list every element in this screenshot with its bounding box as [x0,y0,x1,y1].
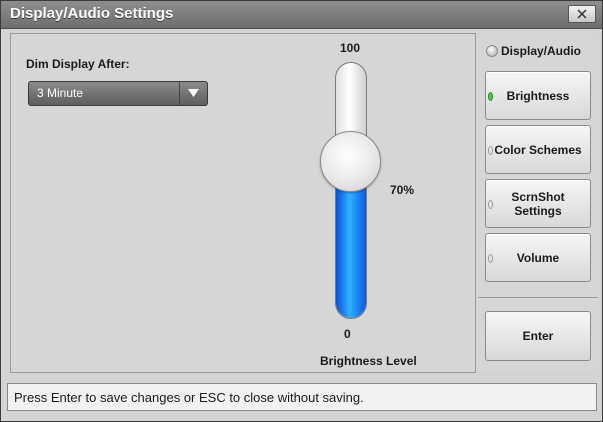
window-title: Display/Audio Settings [10,5,174,22]
scrnshot-settings-button[interactable]: ScrnShot Settings [485,179,591,228]
title-bar: Display/Audio Settings [1,1,602,29]
status-bar: Press Enter to save changes or ESC to cl… [7,383,597,411]
radio-indicator-icon [486,45,498,57]
dropdown-button[interactable] [179,82,207,105]
color-schemes-button-label: Color Schemes [494,142,582,157]
dim-display-label: Dim Display After: [26,57,130,71]
scrnshot-settings-button-label: ScrnShot Settings [511,189,565,218]
brightness-value-label: 70% [390,183,415,197]
enter-button[interactable]: Enter [485,311,591,361]
brightness-slider-thumb[interactable] [320,130,381,192]
close-button[interactable] [568,5,596,23]
status-text: Press Enter to save changes or ESC to cl… [14,390,364,405]
volume-button[interactable]: Volume [485,233,591,282]
slider-max-label: 100 [340,41,361,55]
settings-window: Display/Audio Settings Dim Display After… [0,0,603,422]
brightness-button-label: Brightness [506,88,570,103]
enter-button-label: Enter [522,329,554,343]
sidebar-divider [478,297,598,298]
color-schemes-button[interactable]: Color Schemes [485,125,591,174]
brightness-level-caption: Brightness Level [320,354,417,368]
brightness-button[interactable]: Brightness [485,71,591,120]
dim-display-dropdown[interactable]: 3 Minute [28,81,208,106]
chevron-down-icon [188,89,199,97]
display-audio-label: Display/Audio [501,44,582,58]
close-icon [577,9,587,19]
volume-button-label: Volume [516,250,560,265]
dim-display-value: 3 Minute [37,86,84,100]
slider-min-label: 0 [344,327,351,341]
